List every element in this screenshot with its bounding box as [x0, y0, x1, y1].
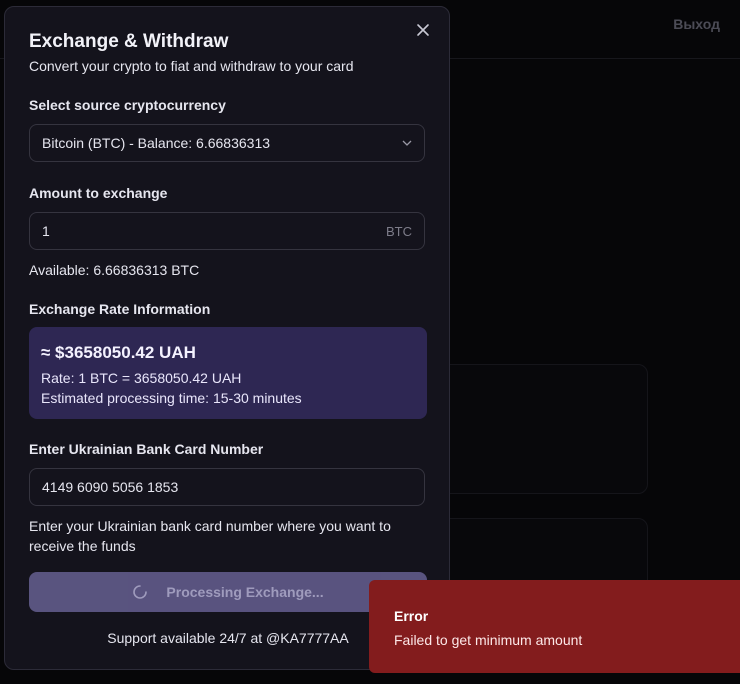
card-number-label: Enter Ukrainian Bank Card Number	[29, 441, 264, 457]
exchange-rate: Rate: 1 BTC = 3658050.42 UAH	[41, 370, 242, 386]
process-exchange-label: Processing Exchange...	[166, 584, 324, 600]
processing-time: Estimated processing time: 15-30 minutes	[41, 390, 302, 406]
amount-input[interactable]: 1 BTC	[29, 212, 425, 250]
exchange-withdraw-modal: Exchange & Withdraw Convert your crypto …	[4, 6, 450, 670]
card-number-input[interactable]: 4149 6090 5056 1853	[29, 468, 425, 506]
amount-value: 1	[42, 223, 50, 239]
spinner-icon	[132, 584, 148, 600]
error-toast[interactable]: Error Failed to get minimum amount	[369, 580, 740, 673]
amount-unit: BTC	[386, 223, 412, 239]
source-crypto-select[interactable]: Bitcoin (BTC) - Balance: 6.66836313	[29, 124, 425, 162]
amount-label: Amount to exchange	[29, 185, 168, 201]
source-crypto-value: Bitcoin (BTC) - Balance: 6.66836313	[42, 135, 271, 151]
logout-link[interactable]: Выход	[673, 16, 720, 32]
process-exchange-button[interactable]: Processing Exchange...	[29, 572, 427, 612]
card-helper-text: Enter your Ukrainian bank card number wh…	[29, 518, 391, 554]
rate-info-box: ≈ $3658050.42 UAH Rate: 1 BTC = 3658050.…	[29, 327, 427, 419]
toast-title: Error	[394, 608, 429, 624]
converted-amount: ≈ $3658050.42 UAH	[41, 343, 196, 362]
toast-message: Failed to get minimum amount	[394, 632, 583, 648]
modal-title: Exchange & Withdraw	[29, 31, 229, 52]
chevron-down-icon	[402, 138, 412, 148]
card-number-value: 4149 6090 5056 1853	[42, 479, 179, 495]
source-crypto-label: Select source cryptocurrency	[29, 97, 226, 113]
modal-subtitle: Convert your crypto to fiat and withdraw…	[29, 58, 354, 74]
close-icon[interactable]	[413, 21, 433, 41]
background-card	[440, 364, 648, 494]
available-balance: Available: 6.66836313 BTC	[29, 262, 200, 278]
rate-info-label: Exchange Rate Information	[29, 301, 211, 317]
